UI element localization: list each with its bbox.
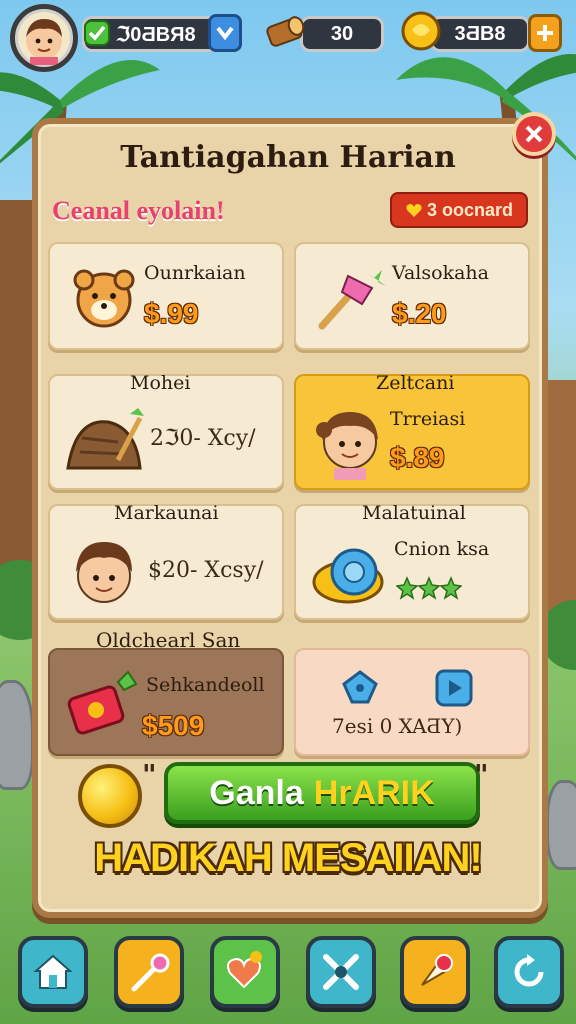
quote-mark: " bbox=[142, 758, 157, 791]
rock bbox=[0, 680, 34, 790]
currency2-value: 30 bbox=[330, 22, 354, 45]
wood-log-icon bbox=[266, 16, 305, 47]
shop-item-card[interactable]: Valsokaha $.20 bbox=[294, 242, 530, 350]
currency1-value: ℑ0ƋBЯ8 bbox=[116, 23, 196, 46]
tiger-cub-icon bbox=[73, 269, 135, 328]
gold-coin-stack-icon bbox=[401, 11, 441, 51]
boy-face-icon bbox=[76, 542, 132, 603]
currency3-value: 3ƋB8 bbox=[454, 22, 506, 45]
claim-label-a: Ganla bbox=[209, 773, 304, 812]
shop-item-card[interactable]: Sehkandeoll $509 bbox=[48, 648, 284, 756]
currency3-add-button[interactable] bbox=[528, 14, 562, 52]
item-price: $.89 bbox=[390, 442, 445, 473]
red-gift-icon bbox=[67, 670, 138, 735]
shop-item-card[interactable]: Markaunai $20- Xcsy/ bbox=[48, 502, 284, 620]
chevron-down-icon bbox=[216, 26, 234, 41]
item-note: 2ℑ0- Xcy/ bbox=[150, 426, 256, 451]
shop-item-card[interactable]: Malatuinal Cnion ksa bbox=[294, 502, 530, 620]
currency2-pill: 30 bbox=[300, 16, 384, 52]
nav-refresh-button[interactable] bbox=[494, 936, 564, 1008]
home-icon bbox=[33, 954, 73, 989]
tools-icon bbox=[323, 954, 359, 990]
ice-cream-icon bbox=[421, 954, 453, 986]
badge-label: 3 oocnard bbox=[426, 199, 514, 220]
item-name: Sehkandeoll bbox=[146, 674, 265, 696]
wood-pile-icon bbox=[66, 408, 144, 470]
shop-item-card[interactable]: Mohei 2ℑ0- Xcy/ bbox=[48, 372, 284, 490]
quote-mark: " bbox=[474, 758, 489, 791]
claim-button[interactable]: Ganla HrARIK bbox=[164, 762, 480, 824]
item-price: $.20 bbox=[392, 298, 447, 329]
refresh-icon bbox=[514, 954, 544, 987]
nav-magic-button[interactable] bbox=[114, 936, 184, 1008]
item-name: Valsokaha bbox=[392, 262, 489, 284]
item-price: $509 bbox=[142, 710, 205, 741]
shop-item-card[interactable]: Ounrkaian $.99 bbox=[48, 242, 284, 350]
top-hud: ℑ0ƋBЯ8 30 3ƋB8 bbox=[0, 0, 576, 72]
item-name: Trreiasi bbox=[390, 408, 466, 430]
nav-treats-button[interactable] bbox=[400, 936, 470, 1008]
magic-wand-icon bbox=[318, 270, 386, 330]
panel-subtitle: Ceanal eyolain! bbox=[52, 196, 225, 225]
heart-icon bbox=[406, 204, 422, 217]
item-heading: Mohei bbox=[130, 372, 191, 394]
item-heading: Markaunai bbox=[114, 502, 219, 524]
shop-item-card-featured[interactable]: Zeltcani Trreiasi $.89 bbox=[294, 372, 530, 490]
offer-badge[interactable]: 3 oocnard bbox=[390, 192, 528, 228]
check-gem-icon bbox=[84, 20, 110, 46]
gold-coin-icon bbox=[78, 764, 142, 828]
blue-rolling-toy-icon bbox=[312, 548, 384, 604]
nav-tools-button[interactable] bbox=[306, 936, 376, 1008]
item-note: $20- Xcsy/ bbox=[148, 558, 264, 583]
panel-title: Tantiagahan Harian bbox=[120, 140, 456, 175]
plus-icon bbox=[537, 25, 553, 41]
blue-play-tile-icon bbox=[435, 669, 473, 707]
item-heading: Malatuinal bbox=[362, 502, 466, 524]
heart-balloon-icon bbox=[227, 951, 262, 989]
blue-crystal-icon bbox=[342, 670, 378, 704]
currency3-pill: 3ƋB8 bbox=[430, 16, 530, 52]
claim-label-b: HrARIK bbox=[313, 773, 435, 812]
item-name: Ounrkaian bbox=[144, 262, 246, 284]
currency1-add-button[interactable] bbox=[208, 14, 242, 52]
nav-gifts-button[interactable] bbox=[210, 936, 280, 1008]
player-avatar[interactable] bbox=[10, 4, 78, 72]
item-note: 7esi 0 XAƋY) bbox=[332, 714, 463, 738]
green-stars-icon bbox=[396, 576, 462, 600]
item-heading: Oldchearl San bbox=[96, 628, 241, 652]
magic-wand-icon bbox=[131, 953, 170, 992]
item-price: $.99 bbox=[144, 298, 199, 329]
item-heading: Zeltcani bbox=[376, 372, 455, 394]
reward-banner: HADIKAH MESAIIAN! bbox=[94, 836, 482, 880]
boy-face-icon bbox=[26, 19, 62, 65]
girl-face-icon bbox=[316, 412, 378, 480]
nav-home-button[interactable] bbox=[18, 936, 88, 1008]
shop-item-card[interactable]: 7esi 0 XAƋY) bbox=[294, 648, 530, 756]
item-name: Cnion ksa bbox=[394, 538, 490, 560]
